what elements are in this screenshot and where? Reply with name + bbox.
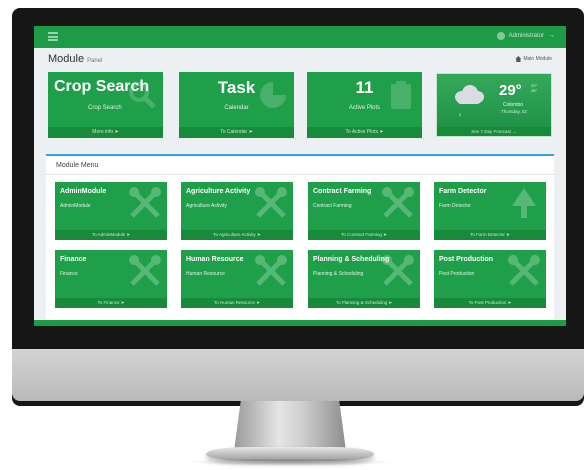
module-card-human-resource[interactable]: Human Resource Human Resource To Human R…: [181, 250, 293, 308]
card-subtitle: Human Resource: [186, 271, 225, 277]
card-footer-link[interactable]: To Agriculture Activity ➤: [181, 230, 293, 240]
menu-toggle-icon[interactable]: [48, 32, 58, 41]
card-footer-link[interactable]: To Post Production ➤: [434, 298, 546, 308]
card-subtitle: Agriculture Activity: [186, 203, 227, 209]
card-title: Finance: [60, 256, 87, 263]
stat-footer-text: To Calendar: [220, 129, 248, 135]
card-footer-text: To Planning & Scheduling: [335, 300, 388, 305]
stat-footer-link[interactable]: To Active Plots ➤: [307, 127, 422, 138]
crop-search-box[interactable]: Crop Search Crop Search More info ➤: [48, 72, 163, 138]
stat-label: Calendar: [224, 105, 249, 111]
breadcrumb-label: Main Module: [523, 56, 552, 62]
page-subtitle: Panel: [87, 58, 103, 64]
weather-city: Colombo: [503, 102, 524, 108]
tools-icon: [255, 255, 287, 286]
card-subtitle: Farm Detector: [439, 203, 471, 209]
module-card-admin[interactable]: AdminModule AdminModule To AdminModule ➤: [55, 182, 167, 240]
card-subtitle: Post Production: [439, 271, 475, 277]
share-icon[interactable]: →: [548, 32, 556, 40]
card-footer-link[interactable]: To Planning & Scheduling ➤: [308, 298, 420, 308]
card-title: Planning & Scheduling: [313, 256, 390, 263]
temperature: 29°: [499, 82, 522, 99]
monitor-stand-neck: [234, 401, 346, 451]
footer-bar: [34, 320, 566, 326]
card-title: Agriculture Activity: [186, 188, 251, 195]
temp-low: 28°: [531, 88, 538, 93]
card-title: Farm Detector: [439, 188, 487, 195]
dashboard-screen: Administrator → Module Panel Main Module …: [34, 26, 566, 326]
card-footer-text: To AdminModule: [91, 232, 126, 237]
home-icon: [515, 56, 522, 62]
stat-footer-link[interactable]: More info ➤: [48, 127, 163, 138]
panel-title: Module Menu: [56, 162, 99, 169]
stat-label: Crop Search: [88, 105, 122, 111]
tools-icon: [508, 255, 540, 286]
card-title: Human Resource: [186, 256, 244, 263]
card-footer-link[interactable]: To Human Resource ➤: [181, 298, 293, 308]
stat-footer-text: To Active Plots: [345, 129, 378, 135]
task-box[interactable]: Task Calendar To Calendar ➤: [179, 72, 294, 138]
card-title: Contract Farming: [313, 188, 372, 195]
card-footer-text: To Contract Farming: [341, 232, 382, 237]
tools-icon: [129, 255, 161, 286]
temperature-range: 29° 28°: [531, 83, 537, 93]
tools-icon: [129, 187, 161, 218]
module-card-farm-detector[interactable]: Farm Detector Farm Detector To Farm Dete…: [434, 182, 546, 240]
stat-title: Task: [217, 78, 256, 97]
monitor-chin: [12, 349, 584, 401]
stat-footer-text: More info: [92, 129, 114, 135]
page-title-text: Module: [48, 53, 85, 65]
tools-icon: [382, 187, 414, 218]
card-footer-text: To Agriculture Activity: [213, 232, 256, 237]
weather-date: Thursday, 02: [501, 109, 527, 114]
page-title: Module Panel: [48, 53, 102, 65]
active-plots-box[interactable]: 11 Active Plots To Active Plots ➤: [307, 72, 422, 138]
module-card-planning-scheduling[interactable]: Planning & Scheduling Planning & Schedul…: [308, 250, 420, 308]
forecast-link[interactable]: See 7 Day Forecast →: [437, 127, 551, 136]
card-footer-text: To Human Resource: [213, 300, 255, 305]
breadcrumb[interactable]: Main Module: [515, 56, 552, 62]
card-footer-link[interactable]: To AdminModule ➤: [55, 230, 167, 240]
top-navbar: Administrator →: [34, 26, 566, 48]
divider: [46, 174, 554, 175]
card-subtitle: Planning & Scheduling: [313, 271, 364, 277]
card-footer-text: To Finance: [97, 300, 120, 305]
module-card-post-production[interactable]: Post Production Post Production To Post …: [434, 250, 546, 308]
user-menu[interactable]: Administrator →: [496, 32, 556, 40]
stand-shadow: [185, 458, 395, 466]
stat-title: Crop Search: [54, 78, 150, 95]
user-name: Administrator: [508, 33, 544, 39]
card-title: AdminModule: [60, 188, 107, 195]
forecast-link-text: See 7 Day Forecast: [471, 129, 511, 134]
rain-amount: 0: [459, 112, 462, 117]
cloud-icon: [451, 83, 485, 105]
card-subtitle: AdminModule: [60, 203, 91, 209]
tree-icon: [512, 188, 536, 218]
avatar: [496, 32, 505, 40]
stat-value: 11: [355, 78, 374, 97]
stat-label: Active Plots: [348, 105, 381, 111]
card-footer-text: To Farm Detector: [470, 232, 505, 237]
card-footer-link[interactable]: To Finance ➤: [55, 298, 167, 308]
card-footer-link[interactable]: To Farm Detector ➤: [434, 230, 546, 240]
stat-footer-link[interactable]: To Calendar ➤: [179, 127, 294, 138]
card-footer-text: To Post Production: [468, 300, 507, 305]
module-menu-panel: Module Menu AdminModule AdminModule To A…: [46, 154, 554, 326]
module-card-agriculture-activity[interactable]: Agriculture Activity Agriculture Activit…: [181, 182, 293, 240]
module-card-contract-farming[interactable]: Contract Farming Contract Farming To Con…: [308, 182, 420, 240]
card-subtitle: Finance: [60, 271, 78, 277]
card-subtitle: Contract Farming: [313, 203, 352, 209]
weather-widget[interactable]: 29° 29° 28° Colombo Thursday, 02 0 See 7…: [436, 73, 552, 137]
module-card-finance[interactable]: Finance Finance To Finance ➤: [55, 250, 167, 308]
card-title: Post Production: [439, 256, 494, 263]
card-footer-link[interactable]: To Contract Farming ➤: [308, 230, 420, 240]
tools-icon: [255, 187, 287, 218]
